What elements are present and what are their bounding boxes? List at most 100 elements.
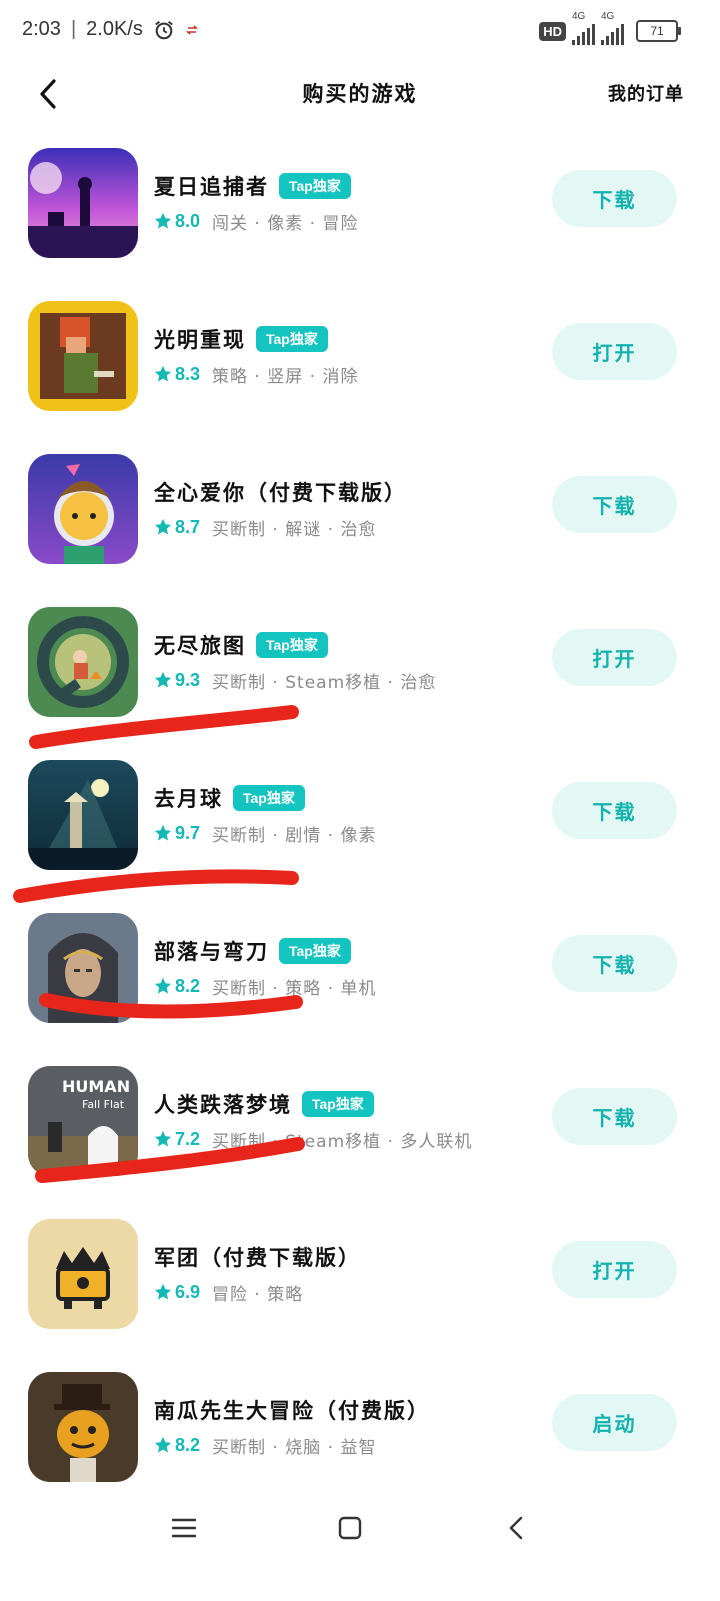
download-button[interactable]: 下载	[552, 1088, 677, 1145]
tap-exclusive-badge: Tap独家	[233, 785, 305, 811]
game-row[interactable]: 军团（付费下载版） 6.9 冒险 · 策略 打开	[0, 1197, 720, 1350]
tap-exclusive-badge: Tap独家	[279, 938, 351, 964]
game-name: 无尽旅图	[154, 634, 246, 658]
game-meta-line: 8.2 买断制 · 策略 · 单机	[154, 973, 376, 999]
game-row[interactable]: 全心爱你（付费下载版） 8.7 买断制 · 解谜 · 治愈 下载	[0, 432, 720, 585]
launch-button[interactable]: 启动	[552, 1394, 677, 1451]
battery-level: 71	[650, 24, 664, 38]
open-button[interactable]: 打开	[552, 1241, 677, 1298]
game-meta-line: 9.7 买断制 · 剧情 · 像素	[154, 820, 376, 846]
open-button[interactable]: 打开	[552, 323, 677, 380]
open-button[interactable]: 打开	[552, 629, 677, 686]
menu-icon	[171, 1518, 197, 1538]
game-row[interactable]: 夏日追捕者 Tap独家 8.0 闯关 · 像素 · 冒险 下载	[0, 126, 720, 279]
game-title-line: 无尽旅图 Tap独家	[154, 629, 328, 661]
home-button[interactable]	[330, 1510, 370, 1546]
game-row[interactable]: 无尽旅图 Tap独家 9.3 买断制 · Steam移植 · 治愈 打开	[0, 585, 720, 738]
game-title-line: 南瓜先生大冒险（付费版）	[154, 1394, 430, 1426]
game-rating: 9.3	[175, 669, 201, 690]
status-bar: 2:03 | 2.0K/s HD 4G 4G 71	[0, 0, 720, 62]
download-button[interactable]: 下载	[552, 782, 677, 839]
square-home-icon	[338, 1516, 362, 1540]
tap-exclusive-badge: Tap独家	[279, 173, 351, 199]
game-name: 夏日追捕者	[154, 175, 269, 199]
game-name: 光明重现	[154, 328, 246, 352]
game-meta-line: 8.2 买断制 · 烧脑 · 益智	[154, 1432, 376, 1458]
status-network-speed: 2.0K/s	[86, 18, 143, 40]
tap-exclusive-badge: Tap独家	[256, 632, 328, 658]
game-tags: 买断制 · 烧脑 · 益智	[212, 1437, 377, 1458]
star-icon	[154, 1436, 172, 1453]
network-type-label-1: 4G	[572, 11, 586, 22]
game-row[interactable]: 南瓜先生大冒险（付费版） 8.2 买断制 · 烧脑 · 益智 启动	[0, 1350, 720, 1503]
game-row[interactable]: 去月球 Tap独家 9.7 买断制 · 剧情 · 像素 下载	[0, 738, 720, 891]
game-icon-art	[28, 1219, 138, 1329]
game-rating: 8.2	[175, 1434, 201, 1455]
game-row[interactable]: HUMAN Fall Flat 人类跌落梦境 Tap独家 7.2 买断制 · S…	[0, 1044, 720, 1197]
game-icon-light-again[interactable]	[28, 301, 138, 411]
game-name: 军团（付费下载版）	[154, 1246, 361, 1270]
system-back-button[interactable]	[496, 1510, 536, 1546]
game-icon-art	[28, 148, 138, 258]
game-meta-line: 6.9 冒险 · 策略	[154, 1279, 303, 1305]
game-tags: 冒险 · 策略	[212, 1284, 304, 1305]
system-navigation-bar	[0, 1490, 720, 1560]
game-title-line: 光明重现 Tap独家	[154, 323, 328, 355]
game-icon-endless-journey[interactable]	[28, 607, 138, 717]
game-tags: 策略 · 竖屏 · 消除	[212, 366, 359, 387]
status-left: 2:03 | 2.0K/s	[22, 18, 199, 41]
star-icon	[154, 824, 172, 841]
game-title-line: 夏日追捕者 Tap独家	[154, 170, 351, 202]
game-icon-summer-catchers[interactable]	[28, 148, 138, 258]
game-icon-loving-heart[interactable]	[28, 454, 138, 564]
game-meta-line: 9.3 买断制 · Steam移植 · 治愈	[154, 667, 436, 693]
menu-button[interactable]	[164, 1510, 204, 1546]
game-rating: 8.7	[175, 516, 201, 537]
battery-icon: 71	[636, 20, 681, 42]
game-icon-to-the-moon[interactable]	[28, 760, 138, 870]
star-icon	[154, 365, 172, 382]
game-rating: 8.0	[175, 210, 201, 231]
game-name: 全心爱你（付费下载版）	[154, 481, 407, 505]
alarm-clock-icon	[154, 20, 173, 39]
game-icon-art	[28, 913, 138, 1023]
game-title-line: 去月球 Tap独家	[154, 782, 305, 814]
game-title-line: 部落与弯刀 Tap独家	[154, 935, 351, 967]
game-title-line: 人类跌落梦境 Tap独家	[154, 1088, 374, 1120]
game-title-line: 全心爱你（付费下载版）	[154, 476, 407, 508]
game-rating: 6.9	[175, 1281, 201, 1302]
tap-exclusive-badge: Tap独家	[302, 1091, 374, 1117]
game-icon-mr-pumpkin[interactable]	[28, 1372, 138, 1482]
human-fall-flat-logo-line2: Fall Flat	[82, 1098, 125, 1111]
my-orders-link[interactable]: 我的订单	[608, 80, 684, 106]
game-name: 部落与弯刀	[154, 940, 269, 964]
tap-exclusive-badge: Tap独家	[256, 326, 328, 352]
game-row[interactable]: 光明重现 Tap独家 8.3 策略 · 竖屏 · 消除 打开	[0, 279, 720, 432]
game-tags: 买断制 · Steam移植 · 多人联机	[212, 1131, 473, 1152]
top-nav-bar: 购买的游戏 我的订单	[0, 62, 720, 126]
game-icon-tribe-and-sabre[interactable]	[28, 913, 138, 1023]
game-icon-legion[interactable]	[28, 1219, 138, 1329]
game-row[interactable]: 部落与弯刀 Tap独家 8.2 买断制 · 策略 · 单机 下载	[0, 891, 720, 1044]
game-tags: 买断制 · 解谜 · 治愈	[212, 519, 377, 540]
game-icon-art	[28, 607, 138, 717]
game-icon-art	[28, 301, 138, 411]
game-tags: 买断制 · 剧情 · 像素	[212, 825, 377, 846]
game-meta-line: 8.7 买断制 · 解谜 · 治愈	[154, 514, 376, 540]
download-button[interactable]: 下载	[552, 935, 677, 992]
download-button[interactable]: 下载	[552, 170, 677, 227]
network-type-label-2: 4G	[601, 11, 615, 22]
game-title-line: 军团（付费下载版）	[154, 1241, 361, 1273]
status-time: 2:03	[22, 18, 61, 40]
game-tags: 买断制 · 策略 · 单机	[212, 978, 377, 999]
game-tags: 买断制 · Steam移植 · 治愈	[212, 672, 437, 693]
status-right: HD 4G 4G 71	[539, 11, 681, 45]
game-icon-art	[28, 454, 138, 564]
game-rating: 8.2	[175, 975, 201, 996]
star-icon	[154, 212, 172, 229]
star-icon	[154, 1283, 172, 1300]
game-name: 南瓜先生大冒险（付费版）	[154, 1399, 430, 1423]
game-icon-human-fall-flat[interactable]: HUMAN Fall Flat	[28, 1066, 138, 1176]
hd-badge: HD	[539, 21, 566, 41]
download-button[interactable]: 下载	[552, 476, 677, 533]
